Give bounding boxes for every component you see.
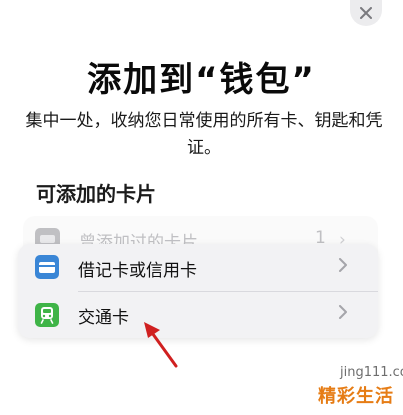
transit-icon — [35, 303, 59, 327]
watermark-site-name: 精彩生活 — [318, 386, 394, 407]
section-title: 可添加的卡片 — [36, 182, 156, 206]
page-title: 添加到“钱包” — [87, 60, 316, 100]
card-options-list: 借记卡或信用卡 交通卡 — [18, 244, 378, 338]
close-icon — [360, 7, 372, 19]
transit-card-row[interactable]: 交通卡 — [18, 291, 378, 338]
debit-credit-card-row[interactable]: 借记卡或信用卡 — [18, 244, 378, 291]
watermark-url: jing111.com — [340, 365, 403, 380]
chevron-right-icon — [339, 258, 347, 272]
annotation-arrow — [144, 322, 178, 368]
page-subtitle: 集中一处，收纳您日常使用的所有卡、钥匙和凭证。 — [25, 111, 383, 158]
chevron-right-icon — [339, 305, 347, 319]
debit-credit-card-label: 借记卡或信用卡 — [78, 261, 197, 281]
credit-card-icon — [35, 255, 59, 279]
transit-card-label: 交通卡 — [78, 308, 129, 328]
close-button[interactable] — [350, 0, 382, 26]
